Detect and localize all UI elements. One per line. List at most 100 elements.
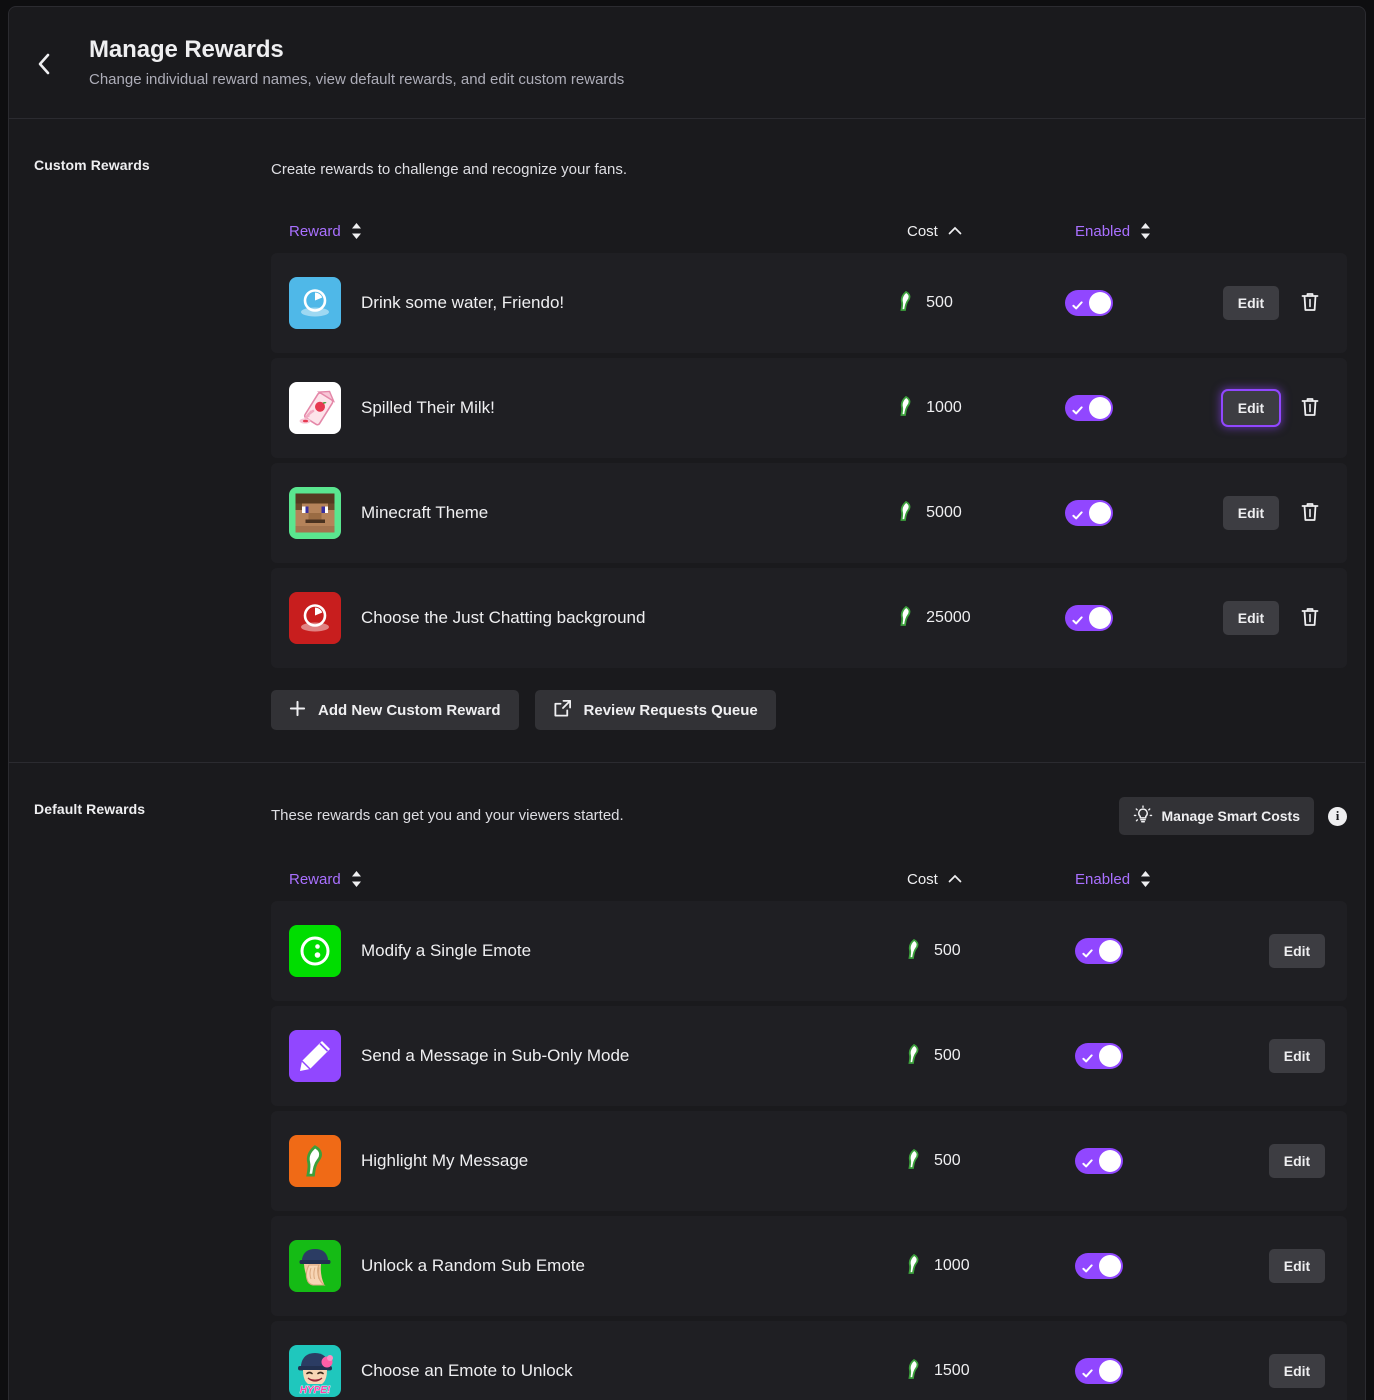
water-drop-channel-points-icon — [289, 277, 341, 329]
hype-emote-icon: HYPE! — [289, 1345, 341, 1397]
rewards-panel: Manage Rewards Change individual reward … — [8, 6, 1366, 1400]
sort-by-cost[interactable]: Cost — [907, 223, 1075, 240]
row-actions: Edit — [1235, 934, 1329, 968]
channel-points-icon — [907, 938, 921, 964]
enabled-cell — [1065, 500, 1223, 526]
custom-rewards-actions: Add New Custom Reward Review Requests Qu… — [271, 690, 1347, 730]
delete-button[interactable] — [1295, 603, 1325, 633]
column-header-enabled: Enabled — [1075, 870, 1131, 888]
info-icon[interactable]: i — [1328, 806, 1347, 826]
edit-button[interactable]: Edit — [1223, 391, 1279, 425]
channel-points-icon — [899, 290, 913, 316]
sort-by-enabled[interactable]: Enabled — [1075, 870, 1235, 888]
edit-button[interactable]: Edit — [1269, 1144, 1325, 1178]
page-title: Manage Rewards — [89, 36, 284, 63]
edit-button[interactable]: Edit — [1223, 496, 1279, 530]
check-icon — [1082, 1051, 1093, 1062]
reward-name: Unlock a Random Sub Emote — [361, 1256, 585, 1275]
table-row[interactable]: Modify a Single Emote 500 Edit — [271, 901, 1347, 1001]
sort-by-reward[interactable]: Reward — [289, 870, 907, 888]
edit-button[interactable]: Edit — [1269, 1249, 1325, 1283]
table-row[interactable]: Unlock a Random Sub Emote 1000 Edit — [271, 1216, 1347, 1316]
channel-points-icon — [899, 605, 913, 631]
emote-smiley-icon — [289, 925, 341, 977]
custom-rewards-description: Create rewards to challenge and recogniz… — [271, 161, 628, 178]
table-row[interactable]: Highlight My Message 500 Edit — [271, 1111, 1347, 1211]
check-icon — [1072, 508, 1083, 519]
spilled-milk-carton-icon — [289, 382, 341, 434]
enabled-toggle[interactable] — [1075, 1148, 1123, 1174]
edit-button[interactable]: Edit — [1269, 1039, 1325, 1073]
cost-value: 1000 — [926, 399, 962, 416]
trash-icon — [1300, 501, 1320, 526]
reward-cell: Unlock a Random Sub Emote — [289, 1240, 907, 1292]
reward-cell: Drink some water, Friendo! — [289, 277, 899, 329]
sort-by-enabled[interactable]: Enabled — [1075, 222, 1235, 240]
reward-name: Spilled Their Milk! — [361, 398, 495, 417]
custom-rewards-label: Custom Rewards — [34, 157, 150, 173]
toggle-knob — [1089, 397, 1112, 419]
reward-cell: Spilled Their Milk! — [289, 382, 899, 434]
cost-cell: 500 — [907, 1148, 1075, 1174]
back-button[interactable] — [27, 47, 61, 81]
enabled-toggle[interactable] — [1075, 1358, 1123, 1384]
default-rewards-section: Default Rewards These rewards can get yo… — [9, 762, 1365, 1400]
enabled-toggle[interactable] — [1065, 290, 1114, 316]
enabled-toggle[interactable] — [1065, 395, 1114, 421]
sort-by-reward[interactable]: Reward — [289, 222, 907, 240]
edit-button[interactable]: Edit — [1269, 1354, 1325, 1388]
cost-value: 500 — [926, 294, 953, 311]
add-new-custom-reward-button[interactable]: Add New Custom Reward — [271, 690, 519, 730]
cost-cell: 500 — [907, 938, 1075, 964]
reward-name: Drink some water, Friendo! — [361, 293, 565, 312]
delete-button[interactable] — [1295, 393, 1325, 423]
manage-smart-costs-button[interactable]: Manage Smart Costs — [1118, 797, 1314, 835]
enabled-cell — [1065, 290, 1223, 316]
enabled-toggle[interactable] — [1065, 605, 1114, 631]
row-actions: Edit — [1235, 1354, 1329, 1388]
edit-button[interactable]: Edit — [1223, 601, 1279, 635]
custom-rewards-section: Custom Rewards Create rewards to challen… — [9, 119, 1365, 762]
reward-cell: Send a Message in Sub-Only Mode — [289, 1030, 907, 1082]
delete-button[interactable] — [1295, 498, 1325, 528]
table-row[interactable]: HYPE! Choose an Emote to Unlock 1500 Edi… — [271, 1321, 1347, 1400]
check-icon — [1082, 946, 1093, 957]
edit-button[interactable]: Edit — [1223, 286, 1279, 320]
trash-icon — [1300, 606, 1320, 631]
manage-smart-costs-label: Manage Smart Costs — [1161, 808, 1300, 824]
default-rewards-rows: Modify a Single Emote 500 Edit Send a Me… — [271, 901, 1347, 1400]
column-header-reward: Reward — [289, 222, 341, 240]
toggle-knob — [1099, 1360, 1121, 1382]
check-icon — [1082, 1156, 1093, 1167]
table-row[interactable]: Spilled Their Milk! 1000 Edit — [271, 358, 1347, 458]
cost-cell: 1500 — [907, 1358, 1075, 1384]
add-new-custom-reward-label: Add New Custom Reward — [318, 701, 501, 719]
enabled-toggle[interactable] — [1075, 938, 1123, 964]
table-row[interactable]: Choose the Just Chatting background 2500… — [271, 568, 1347, 668]
enabled-toggle[interactable] — [1075, 1043, 1123, 1069]
column-header-cost: Cost — [907, 222, 938, 240]
pencil-icon — [289, 1030, 341, 1082]
table-row[interactable]: Send a Message in Sub-Only Mode 500 Edit — [271, 1006, 1347, 1106]
channel-points-icon — [899, 395, 913, 421]
enabled-cell — [1075, 1358, 1235, 1384]
external-link-icon — [553, 699, 572, 722]
chevron-up-icon — [948, 874, 962, 884]
table-row[interactable]: Minecraft Theme 5000 Edit — [271, 463, 1347, 563]
plus-icon — [289, 700, 306, 721]
table-row[interactable]: Drink some water, Friendo! 500 Edit — [271, 253, 1347, 353]
delete-button[interactable] — [1295, 288, 1325, 318]
reward-name: Choose an Emote to Unlock — [361, 1361, 573, 1380]
reward-name: Minecraft Theme — [361, 503, 489, 522]
edit-button[interactable]: Edit — [1269, 934, 1325, 968]
enabled-toggle[interactable] — [1065, 500, 1114, 526]
reward-name: Highlight My Message — [361, 1151, 529, 1170]
reward-cell: HYPE! Choose an Emote to Unlock — [289, 1345, 907, 1397]
review-requests-queue-button[interactable]: Review Requests Queue — [534, 690, 776, 730]
enabled-toggle[interactable] — [1075, 1253, 1123, 1279]
svg-text:HYPE!: HYPE! — [300, 1385, 331, 1396]
channel-points-icon — [907, 1043, 921, 1069]
cost-cell: 500 — [907, 1043, 1075, 1069]
sort-by-cost[interactable]: Cost — [907, 871, 1075, 888]
orange-channel-points-icon — [289, 1135, 341, 1187]
